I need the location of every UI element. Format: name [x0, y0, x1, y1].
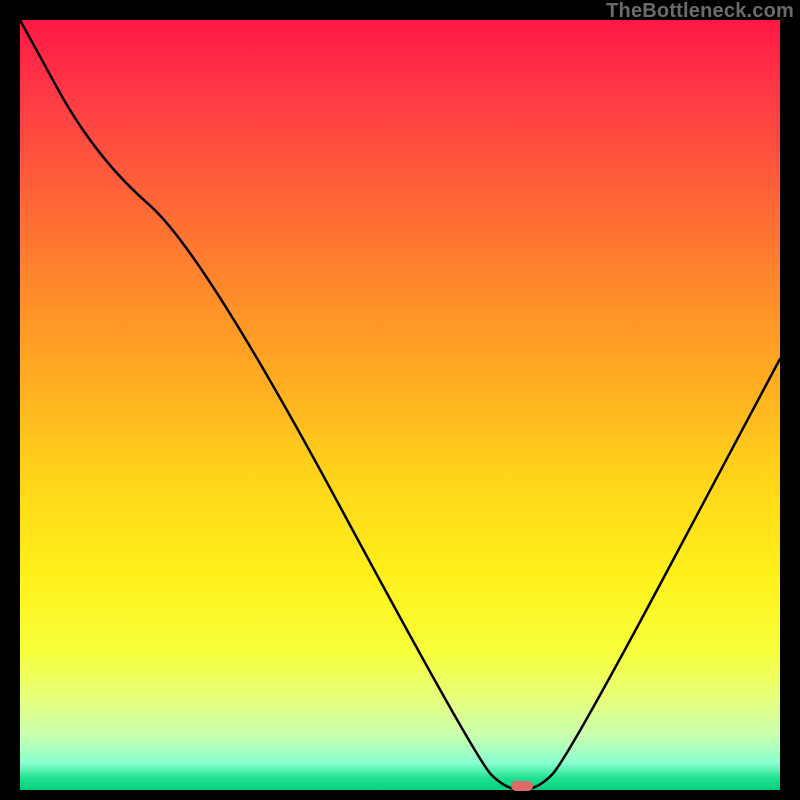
- watermark-text: TheBottleneck.com: [606, 0, 794, 23]
- optimum-marker: [511, 781, 533, 791]
- chart-frame: [20, 20, 780, 790]
- bottleneck-curve: [20, 20, 780, 790]
